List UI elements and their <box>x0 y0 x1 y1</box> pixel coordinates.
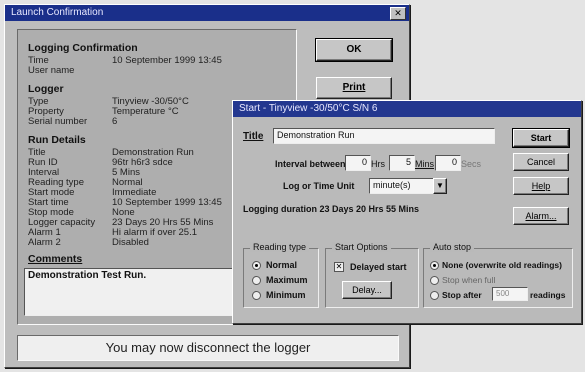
hours-input[interactable]: 0 <box>345 155 371 171</box>
stop-when-full-label: Stop when full <box>442 275 496 285</box>
start-dialog-title: Start - Tinyview -30/50°C S/N 6 <box>239 103 378 114</box>
start-button[interactable]: Start <box>512 128 570 148</box>
log-unit-select[interactable]: minute(s) <box>369 178 437 194</box>
radio-none-overwrite[interactable] <box>430 261 439 270</box>
start-options-title: Start Options <box>332 242 391 252</box>
launch-title-bar[interactable]: Launch Confirmation ✕ <box>5 5 409 21</box>
seconds-unit: Secs <box>461 159 482 169</box>
logging-duration: Logging duration 23 Days 20 Hrs 55 Mins <box>243 204 420 214</box>
launch-window-title: Launch Confirmation <box>11 7 104 18</box>
radio-normal[interactable] <box>252 261 261 270</box>
seconds-input[interactable]: 0 <box>435 155 461 171</box>
help-button[interactable]: Help <box>513 177 569 195</box>
comments-text: Demonstration Test Run. <box>28 270 147 281</box>
log-unit-value: minute(s) <box>373 180 411 190</box>
delay-button[interactable]: Delay... <box>342 281 392 299</box>
minutes-unit: Mins <box>415 159 435 169</box>
logging-confirmation-heading: Logging Confirmation <box>28 42 138 54</box>
logger-heading: Logger <box>28 83 64 95</box>
comments-heading: Comments <box>28 253 83 265</box>
stop-after-input[interactable]: 500 <box>492 287 528 301</box>
auto-stop-title: Auto stop <box>430 242 475 252</box>
ok-button[interactable]: OK <box>315 38 393 62</box>
minimum-label: Minimum <box>266 290 306 300</box>
start-title-bar[interactable]: Start - Tinyview -30/50°C S/N 6 <box>233 101 581 117</box>
minutes-input[interactable]: 5 <box>389 155 415 171</box>
radio-stop-after[interactable] <box>430 291 439 300</box>
reading-type-title: Reading type <box>250 242 310 252</box>
close-icon[interactable]: ✕ <box>390 7 406 20</box>
radio-minimum[interactable] <box>252 291 261 300</box>
reading-type-group: Reading type Normal Maximum Minimum <box>243 242 319 308</box>
normal-label: Normal <box>266 260 298 270</box>
delayed-start-checkbox[interactable]: ✕ <box>334 262 344 272</box>
auto-stop-group: Auto stop None (overwrite old readings) … <box>423 242 573 308</box>
radio-stop-when-full[interactable] <box>430 276 439 285</box>
run-details-heading: Run Details <box>28 134 86 146</box>
radio-maximum[interactable] <box>252 276 261 285</box>
hours-unit: Hrs <box>371 159 385 169</box>
readings-label: readings <box>530 290 566 300</box>
log-unit-label: Log or Time Unit <box>283 181 355 191</box>
title-input[interactable]: Demonstration Run <box>273 128 495 144</box>
none-overwrite-label: None (overwrite old readings) <box>442 260 562 270</box>
maximum-label: Maximum <box>266 275 308 285</box>
cancel-button[interactable]: Cancel <box>513 153 569 171</box>
start-dialog: Start - Tinyview -30/50°C S/N 6 Title De… <box>232 100 582 324</box>
chevron-down-icon[interactable]: ▼ <box>433 178 447 194</box>
title-label: Title <box>243 131 264 142</box>
start-options-group: Start Options ✕ Delayed start Delay... <box>325 242 419 308</box>
alarm-button[interactable]: Alarm... <box>513 207 569 225</box>
status-bar: You may now disconnect the logger <box>17 335 399 361</box>
title-input-value: Demonstration Run <box>277 130 355 140</box>
print-button[interactable]: Print <box>316 77 392 99</box>
delayed-start-label: Delayed start <box>350 262 407 272</box>
interval-label: Interval between <box>275 159 346 169</box>
stop-after-label: Stop after <box>442 290 482 300</box>
status-message: You may now disconnect the logger <box>105 340 311 355</box>
